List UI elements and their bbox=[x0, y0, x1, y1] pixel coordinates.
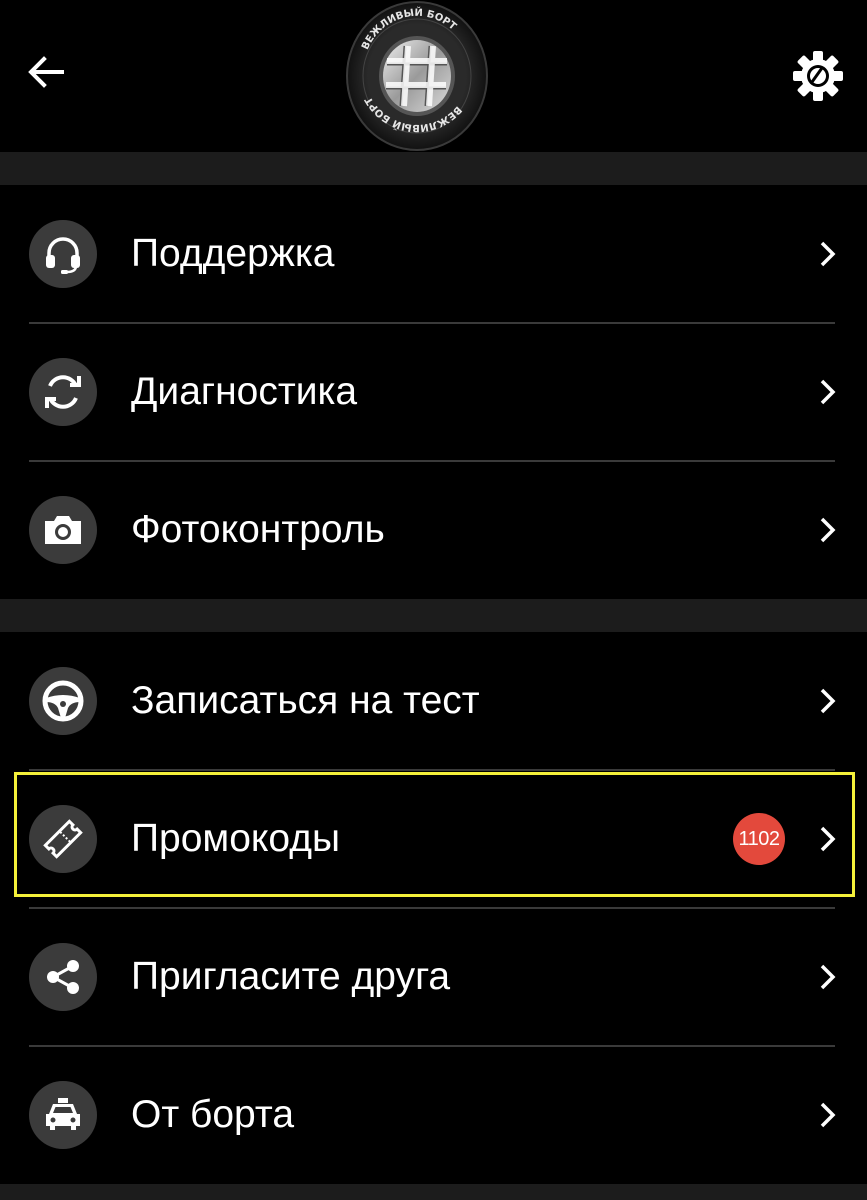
brand-logo: ВЕЖЛИВЫЙ БОРТ ВЕЖЛИВЫЙ БОРТ bbox=[342, 0, 492, 152]
ticket-icon bbox=[29, 805, 97, 873]
menu-item-label: Записаться на тест bbox=[131, 679, 480, 722]
menu-item-promo-codes[interactable]: Промокоды 1102 bbox=[0, 770, 867, 909]
chevron-right-icon bbox=[810, 512, 846, 548]
menu-item-label: Фотоконтроль bbox=[131, 508, 385, 551]
menu-item-support[interactable]: Поддержка bbox=[0, 185, 867, 324]
share-icon bbox=[29, 943, 97, 1011]
notification-badge: 1102 bbox=[733, 813, 785, 865]
section-separator bbox=[0, 152, 867, 185]
gear-icon bbox=[793, 51, 843, 101]
chevron-right-icon bbox=[810, 959, 846, 995]
menu-item-invite-friend[interactable]: Пригласите друга bbox=[0, 908, 867, 1047]
section-separator bbox=[0, 1184, 867, 1200]
chevron-right-icon bbox=[810, 821, 846, 857]
section-separator bbox=[0, 599, 867, 632]
chevron-right-icon bbox=[810, 374, 846, 410]
steering-wheel-icon bbox=[29, 667, 97, 735]
camera-icon bbox=[29, 496, 97, 564]
refresh-icon bbox=[29, 358, 97, 426]
headset-icon bbox=[29, 220, 97, 288]
taxi-icon bbox=[29, 1081, 97, 1149]
menu-item-label: Диагностика bbox=[131, 370, 358, 413]
menu-item-label: Промокоды bbox=[131, 817, 341, 860]
back-button[interactable] bbox=[22, 48, 70, 96]
arrow-left-icon bbox=[28, 56, 64, 88]
menu-item-label: Пригласите друга bbox=[131, 955, 451, 998]
chevron-right-icon bbox=[810, 1097, 846, 1133]
menu-item-diagnostics[interactable]: Диагностика bbox=[0, 323, 867, 462]
menu-item-label: Поддержка bbox=[131, 232, 335, 275]
menu-item-from-board[interactable]: От борта bbox=[0, 1046, 867, 1184]
menu-item-label: От борта bbox=[131, 1093, 295, 1136]
menu-item-photo-control[interactable]: Фотоконтроль bbox=[0, 461, 867, 599]
chevron-right-icon bbox=[810, 683, 846, 719]
menu-item-sign-up-test[interactable]: Записаться на тест bbox=[0, 632, 867, 771]
app-header: ВЕЖЛИВЫЙ БОРТ ВЕЖЛИВЫЙ БОРТ bbox=[0, 0, 867, 152]
settings-button[interactable] bbox=[790, 48, 846, 104]
chevron-right-icon bbox=[810, 236, 846, 272]
